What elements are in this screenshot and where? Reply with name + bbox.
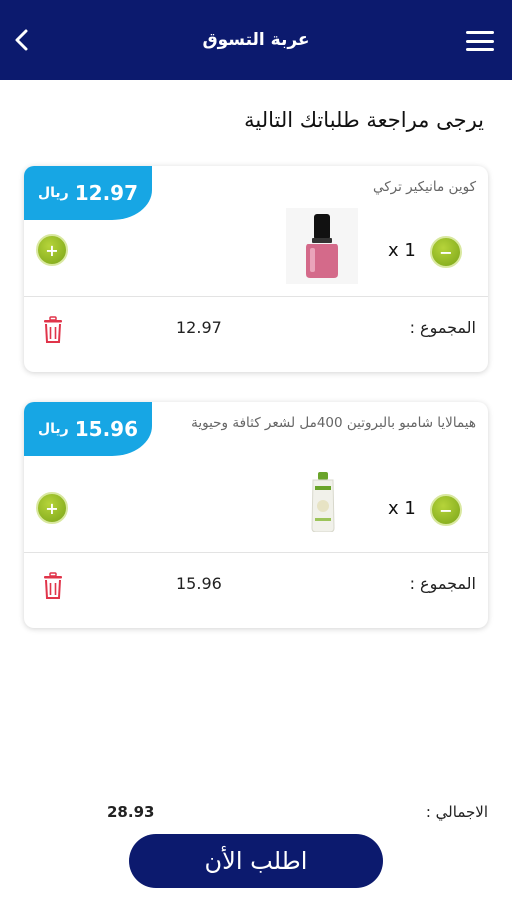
cart-item-card: ريال 12.97 كوين مانيكير تركي − x 1 + الم…: [24, 166, 488, 372]
decrease-quantity-button[interactable]: −: [430, 494, 462, 526]
product-name: هيمالايا شامبو بالبروتين 400مل لشعر كثاف…: [191, 415, 476, 431]
grand-total-value: 28.93: [107, 803, 155, 821]
price-amount: 15.96: [74, 417, 138, 441]
currency-label: ريال: [38, 421, 69, 437]
app-header: عربة التسوق: [0, 0, 512, 80]
quantity-value: x 1: [388, 498, 416, 519]
minus-icon: −: [439, 242, 453, 262]
item-total-value: 15.96: [176, 574, 222, 593]
divider: [24, 296, 488, 297]
price-amount: 12.97: [74, 181, 138, 205]
item-total-label: المجموع :: [409, 574, 476, 593]
nail-polish-image: [286, 208, 358, 284]
order-now-button[interactable]: اطلب الأن: [129, 834, 383, 888]
shampoo-bottle-image: [311, 472, 335, 532]
trash-icon[interactable]: [42, 572, 64, 600]
minus-icon: −: [439, 500, 453, 520]
currency-label: ريال: [38, 185, 69, 201]
grand-total-label: الاجمالي :: [425, 803, 488, 821]
item-total-label: المجموع :: [409, 318, 476, 337]
plus-icon: +: [45, 498, 59, 518]
price-badge: ريال 12.97: [24, 166, 152, 220]
increase-quantity-button[interactable]: +: [36, 234, 68, 266]
plus-icon: +: [45, 240, 59, 260]
price-badge: ريال 15.96: [24, 402, 152, 456]
review-instructions: يرجى مراجعة طلباتك التالية: [244, 108, 484, 132]
item-total-value: 12.97: [176, 318, 222, 337]
increase-quantity-button[interactable]: +: [36, 492, 68, 524]
page-title: عربة التسوق: [202, 30, 310, 50]
product-name: كوين مانيكير تركي: [372, 179, 476, 195]
chevron-left-icon[interactable]: [10, 28, 34, 52]
divider: [24, 552, 488, 553]
trash-icon[interactable]: [42, 316, 64, 344]
cart-item-card: ريال 15.96 هيمالايا شامبو بالبروتين 400م…: [24, 402, 488, 628]
hamburger-menu-icon[interactable]: [466, 31, 494, 51]
decrease-quantity-button[interactable]: −: [430, 236, 462, 268]
quantity-value: x 1: [388, 240, 416, 261]
